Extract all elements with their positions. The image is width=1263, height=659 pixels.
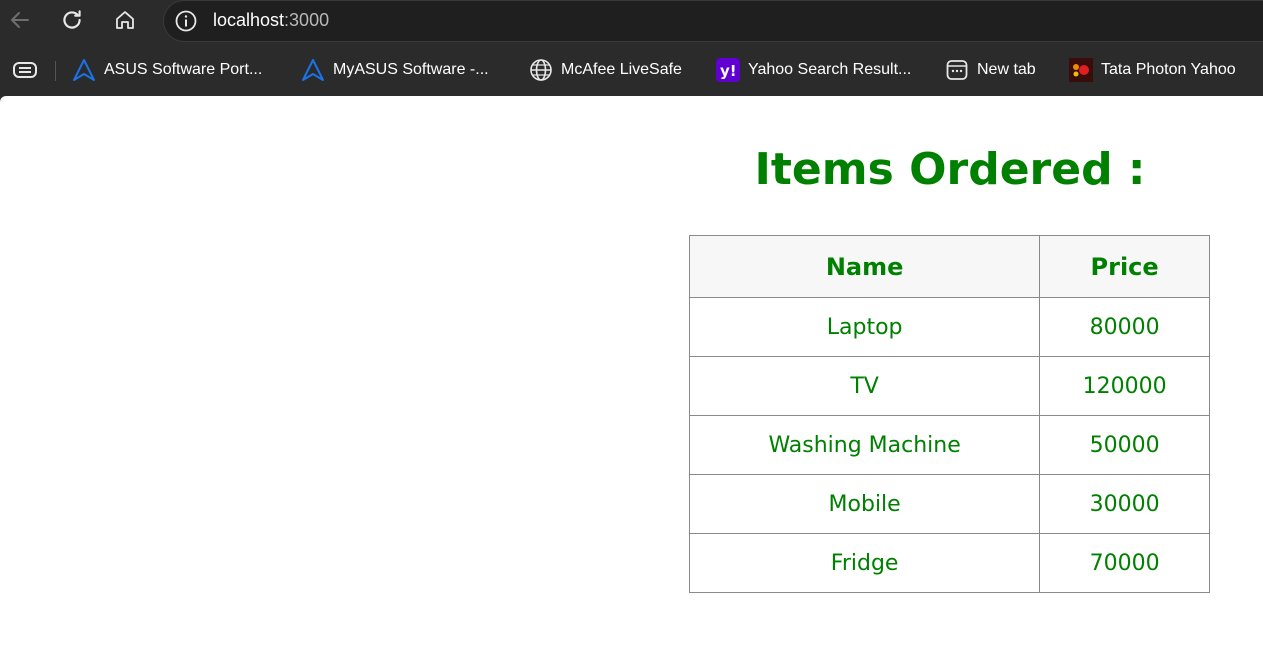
table-row: Laptop 80000 [688, 297, 1210, 357]
bookmark-label: Tata Photon Yahoo [1101, 61, 1236, 78]
url-host: localhost [213, 10, 285, 30]
item-price: 80000 [1039, 297, 1210, 357]
tab-actions-button[interactable] [7, 54, 43, 86]
table-row: Washing Machine 50000 [688, 415, 1210, 475]
globe-icon [529, 58, 553, 82]
header-name: Name [688, 235, 1041, 298]
address-bar[interactable]: localhost:3000 [163, 0, 1263, 42]
items-table: Name Price Laptop 80000 TV 120000 Washin… [688, 235, 1210, 593]
bookmark-asus-software-portal[interactable]: ASUS Software Port... [72, 58, 262, 82]
bookmark-yahoo-search[interactable]: y! Yahoo Search Result... [716, 58, 911, 82]
header-price: Price [1039, 235, 1210, 298]
bookmark-new-tab[interactable]: New tab [945, 58, 1036, 82]
asus-icon [301, 58, 325, 82]
page-content: Items Ordered : Name Price Laptop 80000 … [0, 96, 1263, 659]
tata-photon-icon [1069, 58, 1093, 82]
back-button[interactable] [2, 4, 38, 36]
yahoo-icon: y! [716, 58, 740, 82]
back-arrow-icon [11, 12, 29, 28]
tab-actions-icon [13, 62, 37, 78]
table-row: TV 120000 [688, 356, 1210, 416]
home-button[interactable] [107, 4, 143, 36]
item-name: TV [688, 356, 1041, 416]
reload-button[interactable] [54, 4, 90, 36]
item-price: 50000 [1039, 415, 1210, 475]
table-header-row: Name Price [688, 235, 1210, 298]
item-price: 120000 [1039, 356, 1210, 416]
url-text[interactable]: localhost:3000 [213, 10, 329, 31]
table-row: Mobile 30000 [688, 474, 1210, 534]
site-info-icon[interactable] [174, 9, 198, 33]
bookmark-label: McAfee LiveSafe [561, 61, 682, 78]
item-price: 70000 [1039, 533, 1210, 593]
bookmark-myasus-software[interactable]: MyASUS Software -... [301, 58, 489, 82]
url-port: :3000 [284, 10, 330, 30]
item-name: Laptop [688, 297, 1041, 357]
item-price: 30000 [1039, 474, 1210, 534]
home-icon [116, 11, 134, 29]
new-tab-icon [945, 58, 969, 82]
item-name: Mobile [688, 474, 1041, 534]
reload-icon [63, 10, 81, 29]
item-name: Fridge [688, 533, 1041, 593]
bookmark-label: ASUS Software Port... [104, 61, 263, 78]
asus-icon [72, 58, 96, 82]
bookmark-tata-photon-yahoo[interactable]: Tata Photon Yahoo [1069, 58, 1236, 82]
item-name: Washing Machine [688, 415, 1041, 475]
svg-text:y!: y! [720, 62, 737, 80]
bookmarks-divider [55, 61, 56, 81]
bookmark-mcafee-livesafe[interactable]: McAfee LiveSafe [529, 58, 682, 82]
bookmark-label: New tab [977, 61, 1036, 78]
browser-toolbar: localhost:3000 [0, 0, 1263, 44]
bookmark-label: Yahoo Search Result... [748, 61, 912, 78]
table-row: Fridge 70000 [688, 533, 1210, 593]
page-title: Items Ordered : [754, 144, 1146, 195]
bookmark-label: MyASUS Software -... [333, 61, 489, 78]
bookmarks-bar: ASUS Software Port... MyASUS Software -.… [0, 44, 1263, 96]
